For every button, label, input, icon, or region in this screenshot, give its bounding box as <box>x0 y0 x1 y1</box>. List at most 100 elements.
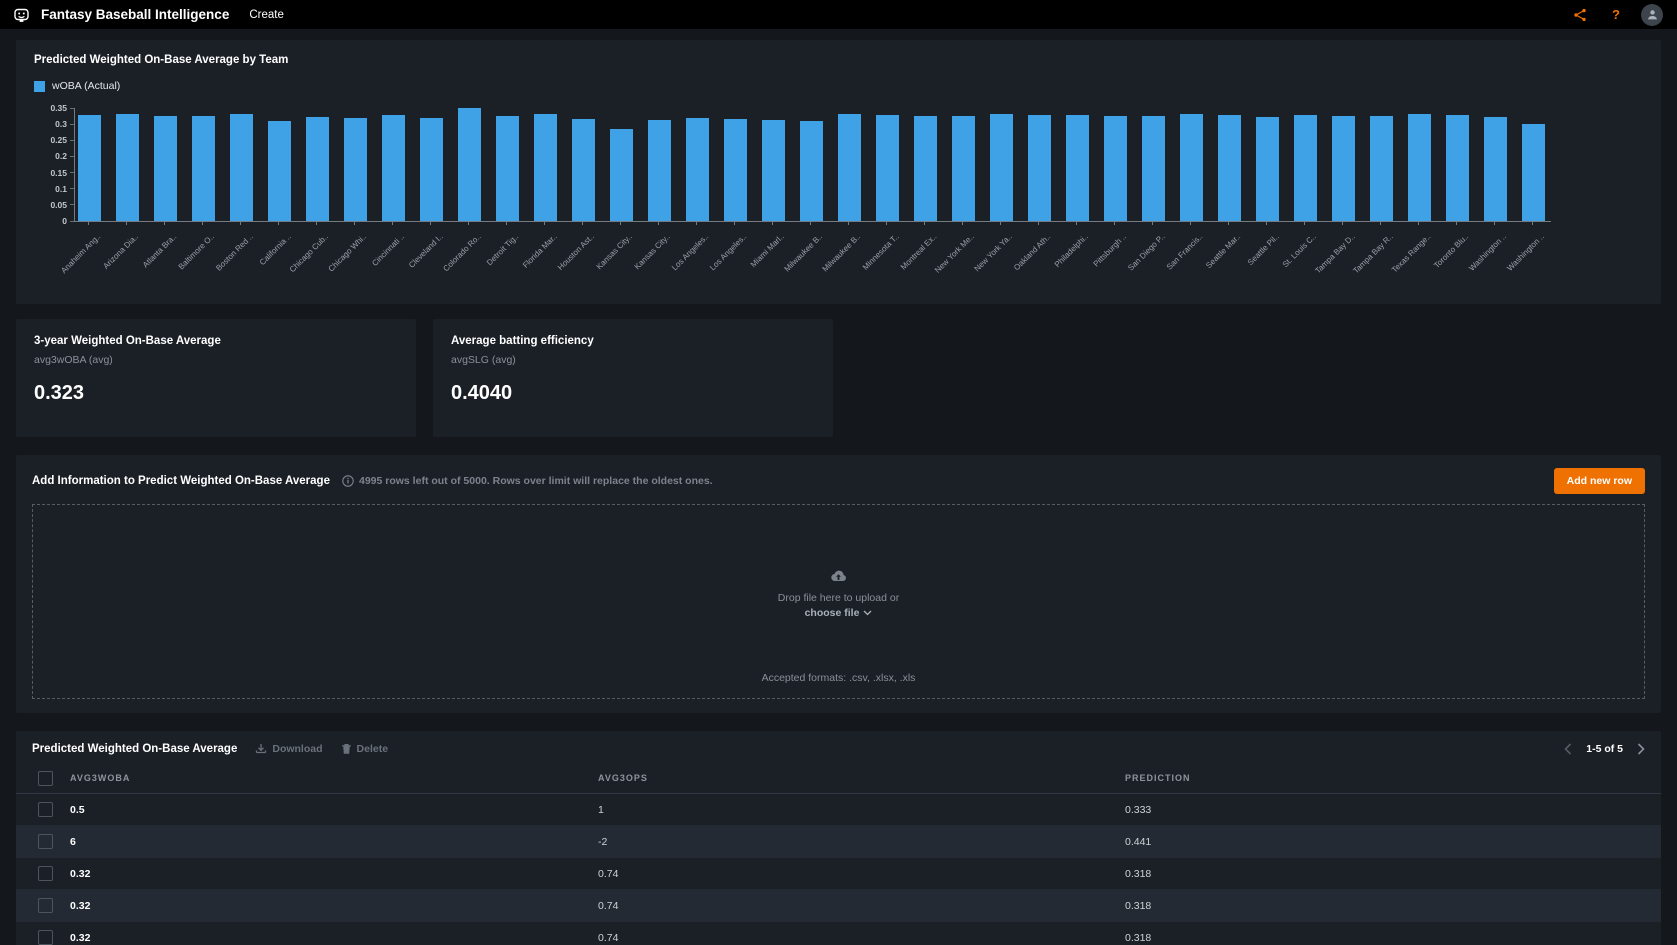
stat-card-subtitle: avg3wOBA (avg) <box>34 354 398 366</box>
x-tick-label: Baltimore O.. <box>177 232 216 271</box>
row-checkbox[interactable] <box>38 898 53 913</box>
user-avatar[interactable] <box>1639 4 1665 26</box>
y-tick-label: 0.25 <box>50 135 74 145</box>
app-title: Fantasy Baseball Intelligence <box>41 7 229 22</box>
y-tick-label: 0.05 <box>50 200 74 210</box>
predictions-table-section: Predicted Weighted On-Base Average Downl… <box>16 731 1661 945</box>
chart-panel: Predicted Weighted On-Base Average by Te… <box>16 40 1661 304</box>
bar <box>420 118 443 221</box>
row-checkbox[interactable] <box>38 802 53 817</box>
table-row[interactable]: 6-20.441 <box>16 826 1661 858</box>
share-icon[interactable] <box>1567 8 1593 22</box>
table-cell: 0.5 <box>70 804 598 816</box>
chart-xlabels: Anaheim Ang..Arizona Dia..Atlanta Bra..B… <box>74 222 1551 294</box>
delete-button[interactable]: Delete <box>341 743 389 755</box>
y-tick-label: 0.15 <box>50 168 74 178</box>
x-tick-label: Oakland Ath.. <box>1012 232 1052 272</box>
bar <box>78 115 101 221</box>
bar <box>1294 115 1317 221</box>
bar <box>192 116 215 221</box>
column-header: PREDICTION <box>1125 773 1661 783</box>
cloud-upload-icon <box>830 569 847 583</box>
bar <box>1028 115 1051 221</box>
bar <box>116 114 139 221</box>
bar <box>1180 114 1203 221</box>
x-tick-label: Kansas City.. <box>633 232 672 271</box>
x-tick-label: Cincinnati .. <box>370 232 406 268</box>
legend-item-woba[interactable]: wOBA (Actual) <box>34 80 120 92</box>
table-row[interactable]: 0.320.740.318 <box>16 890 1661 922</box>
x-tick-label: Florida Mar.. <box>521 232 559 270</box>
page-prev-icon[interactable] <box>1564 743 1572 755</box>
x-tick-label: Milwaukee B.. <box>783 232 825 274</box>
bar <box>1256 117 1279 221</box>
rows-limit-note: 4995 rows left out of 5000. Rows over li… <box>342 475 713 487</box>
stat-card-title: 3-year Weighted On-Base Average <box>34 335 398 347</box>
table-cell: 0.32 <box>70 932 598 944</box>
file-dropzone[interactable]: Drop file here to upload or choose file … <box>32 504 1645 699</box>
topbar: Fantasy Baseball Intelligence Create ? <box>0 0 1677 29</box>
bar <box>534 114 557 221</box>
x-tick-label: Boston Red .. <box>214 232 255 273</box>
trash-icon <box>341 743 352 755</box>
bar <box>572 119 595 221</box>
x-tick-label: Washington .. <box>1506 232 1547 273</box>
bar <box>648 120 671 221</box>
bar <box>458 108 481 221</box>
stat-cards-row: 3-year Weighted On-Base Average avg3wOBA… <box>16 319 1661 437</box>
x-tick-label: Tampa Bay R.. <box>1351 232 1394 275</box>
y-tick-label: 0.2 <box>55 151 74 161</box>
column-header: AVG3WOBA <box>70 773 598 783</box>
x-tick-label: Montreal Ex.. <box>899 232 939 272</box>
table-cell: 0.74 <box>598 868 1125 880</box>
x-tick-label: Toronto Blu.. <box>1432 232 1470 270</box>
table-cell: 6 <box>70 836 598 848</box>
bar <box>1142 116 1165 221</box>
x-tick-label: San Diego P.. <box>1126 232 1167 273</box>
x-tick-label: San Francis.. <box>1165 232 1205 272</box>
x-tick-label: Tampa Bay D.. <box>1313 232 1356 275</box>
pagination: 1-5 of 5 <box>1564 743 1645 755</box>
x-tick-label: Minnesota T.. <box>860 232 900 272</box>
table-cell: 0.32 <box>70 900 598 912</box>
select-all-checkbox[interactable] <box>38 771 53 786</box>
help-icon[interactable]: ? <box>1603 7 1629 22</box>
bar <box>230 114 253 221</box>
x-tick-label: Atlanta Bra.. <box>141 232 178 269</box>
choose-file-button[interactable]: choose file <box>805 607 873 619</box>
table-row[interactable]: 0.320.740.318 <box>16 922 1661 945</box>
bar <box>1218 115 1241 221</box>
chart-title: Predicted Weighted On-Base Average by Te… <box>34 54 1643 66</box>
x-tick-label: Seattle Pil.. <box>1245 232 1280 267</box>
table-row[interactable]: 0.510.333 <box>16 794 1661 826</box>
row-checkbox[interactable] <box>38 930 53 945</box>
y-tick-label: 0.35 <box>50 103 74 113</box>
bar <box>496 116 519 221</box>
x-tick-label: Chicago Cub.. <box>288 232 330 274</box>
table-cell: 1 <box>598 804 1125 816</box>
x-tick-label: Milwaukee B.. <box>821 232 863 274</box>
add-new-row-button[interactable]: Add new row <box>1554 468 1645 494</box>
x-tick-label: Texas Range.. <box>1390 232 1433 275</box>
stat-card-avgslg: Average batting efficiency avgSLG (avg) … <box>433 319 833 437</box>
row-checkbox[interactable] <box>38 834 53 849</box>
bar <box>610 129 633 221</box>
stat-card-value: 0.323 <box>34 382 398 405</box>
download-button[interactable]: Download <box>255 743 322 755</box>
bar <box>838 114 861 221</box>
bar-chart: 0.350.30.250.20.150.10.050 Anaheim Ang..… <box>34 108 1643 294</box>
x-tick-label: California .. <box>257 232 292 267</box>
tab-create[interactable]: Create <box>249 9 284 21</box>
stat-card-subtitle: avgSLG (avg) <box>451 354 815 366</box>
table-cell: 0.32 <box>70 868 598 880</box>
table-cell: 0.74 <box>598 900 1125 912</box>
table-row[interactable]: 0.320.740.318 <box>16 858 1661 890</box>
row-checkbox[interactable] <box>38 866 53 881</box>
legend-swatch <box>34 81 45 92</box>
page-next-icon[interactable] <box>1637 743 1645 755</box>
app-logo-robot-icon <box>12 5 31 24</box>
x-tick-label: Anaheim Ang.. <box>59 232 102 275</box>
x-tick-label: Seattle Mar.. <box>1204 232 1242 270</box>
bar <box>914 116 937 221</box>
bar <box>762 120 785 221</box>
